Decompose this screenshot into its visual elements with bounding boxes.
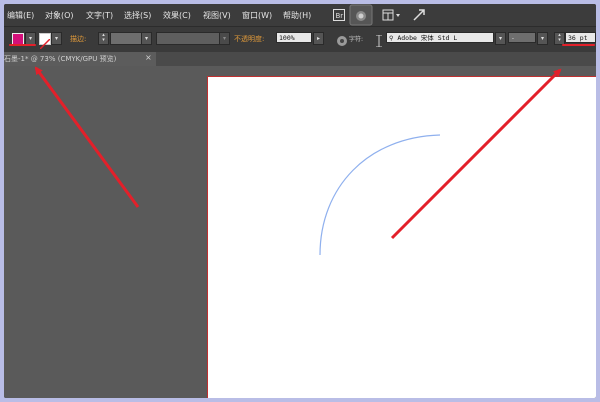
stroke-weight-stepper[interactable]: ▴ ▾ [98,32,109,45]
font-size-annotation-underline [562,44,595,46]
none-slash-icon [39,38,51,50]
menu-object[interactable]: 对象(O) [45,10,74,21]
stroke-color-swatch[interactable] [39,33,51,50]
document-tab-bar: 石墨-1* @ 73% (CMYK/GPU 预览) × [4,52,596,66]
artboard[interactable] [207,76,596,398]
recolor-artwork-icon[interactable] [336,32,348,51]
menu-select[interactable]: 选择(S) [124,10,151,21]
stock-icon[interactable] [348,4,374,26]
document-tab-title: 石墨-1* @ 73% (CMYK/GPU 预览) [4,55,117,63]
menu-view[interactable]: 视图(V) [203,10,231,21]
arrow-pointer-icon[interactable] [412,7,426,23]
app-window: 编辑(E) 对象(O) 文字(T) 选择(S) 效果(C) 视图(V) 窗口(W… [4,4,596,398]
document-tab[interactable]: 石墨-1* @ 73% (CMYK/GPU 预览) × [4,52,156,66]
variable-width-dropdown[interactable]: ▾ [219,32,230,45]
font-family-value: Adobe 宋体 Std L [397,34,458,42]
font-size-field[interactable]: 36 pt [565,32,596,43]
variable-width-profile[interactable] [156,32,220,45]
opacity-label[interactable]: 不透明度: [234,34,264,44]
menu-window[interactable]: 窗口(W) [242,10,272,21]
canvas-workspace[interactable] [4,66,596,398]
stroke-dropdown-arrow[interactable]: ▾ [51,32,62,45]
stroke-weight-dropdown[interactable]: ▾ [141,32,152,45]
menu-effect[interactable]: 效果(C) [163,10,191,21]
svg-text:Br: Br [336,12,344,20]
stroke-weight-label[interactable]: 描边: [70,34,86,44]
character-panel-label[interactable]: 字符: [349,34,363,43]
menu-type[interactable]: 文字(T) [86,10,113,21]
type-cursor-icon [374,32,384,51]
arrange-documents-icon[interactable] [382,7,402,23]
menu-edit[interactable]: 编辑(E) [7,10,34,21]
menu-bar: 编辑(E) 对象(O) 文字(T) 选择(S) 效果(C) 视图(V) 窗口(W… [4,4,596,26]
opacity-arrow[interactable]: ▸ [313,32,324,45]
search-icon: ⚲ [389,35,394,42]
stroke-weight-field[interactable] [110,32,142,45]
bridge-icon[interactable]: Br [332,7,346,23]
font-style-dropdown[interactable]: ▾ [537,32,548,45]
arc-path[interactable] [208,77,596,398]
opacity-field[interactable]: 100% [276,32,312,43]
fill-annotation-underline [9,44,36,46]
font-style-field[interactable]: - [508,32,536,43]
font-family-field[interactable]: ⚲ Adobe 宋体 Std L [386,32,494,43]
menu-help[interactable]: 帮助(H) [283,10,311,21]
close-icon[interactable]: × [145,53,152,62]
font-family-dropdown[interactable]: ▾ [495,32,506,45]
control-bar: ▾ ▾ 描边: ▴ ▾ ▾ ▾ 不透明度: 100% ▸ 字符: ⚲ Adobe … [4,26,596,54]
